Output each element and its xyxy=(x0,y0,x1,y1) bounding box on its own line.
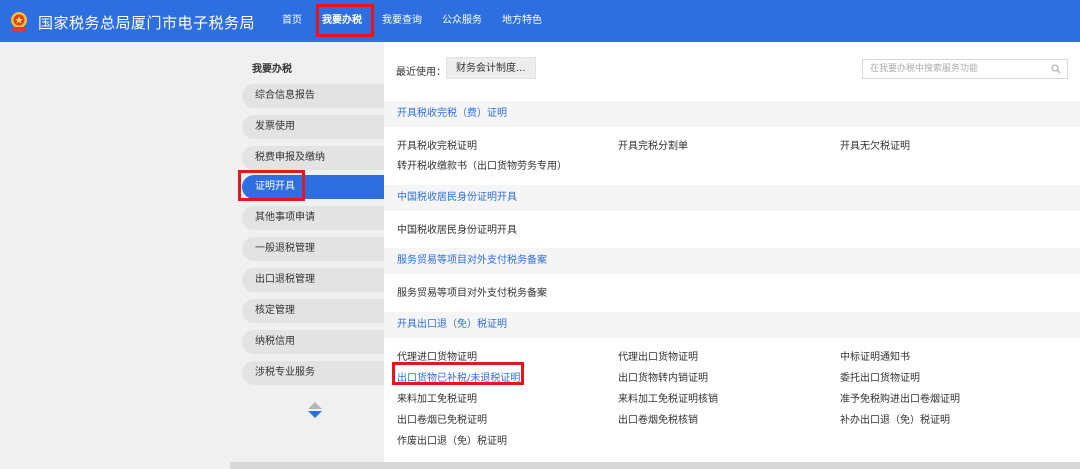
main-panel: 最近使用： 财务会计制度... 开具税收完税（费）证明 开具税收完税证明 开具完… xyxy=(384,42,1080,462)
chevron-up-icon[interactable] xyxy=(308,402,322,409)
section-header-export-refund-cert: 开具出口退（免）税证明 xyxy=(384,312,1080,338)
sidebar: 我要办税 综合信息报告 发票使用 税费申报及缴纳 证明开具 其他事项申请 一般退… xyxy=(230,42,384,469)
section-header-tax-payment-cert: 开具税收完税（费）证明 xyxy=(384,101,1080,127)
section-header-overseas-payment: 服务贸易等项目对外支付税务备案 xyxy=(384,248,1080,274)
sidebar-item-credit[interactable]: 纳税信用 xyxy=(242,330,384,354)
nav-public-service[interactable]: 公众服务 xyxy=(432,0,492,42)
sidebar-item-export-refund[interactable]: 出口退税管理 xyxy=(242,268,384,292)
link-processing-exempt-cert[interactable]: 来料加工免税证明 xyxy=(397,390,477,405)
search-input[interactable] xyxy=(863,60,1043,78)
recent-chip[interactable]: 财务会计制度... xyxy=(446,57,536,79)
sidebar-item-other-matters[interactable]: 其他事项申请 xyxy=(242,206,384,230)
search-box xyxy=(862,59,1068,79)
nav-home[interactable]: 首页 xyxy=(272,0,312,42)
highlight-box-link xyxy=(392,362,524,385)
sidebar-item-professional[interactable]: 涉税专业服务 xyxy=(242,361,384,385)
link-void-refund-cert[interactable]: 作废出口退（免）税证明 xyxy=(397,432,507,447)
bottom-strip xyxy=(230,462,1080,469)
highlight-box-nav xyxy=(316,4,374,37)
link-agent-import-cert[interactable]: 代理进口货物证明 xyxy=(397,348,477,363)
link-processing-exempt-writeoff[interactable]: 来料加工免税证明核销 xyxy=(618,390,718,405)
sidebar-item-invoice[interactable]: 发票使用 xyxy=(242,115,384,139)
sidebar-item-general-refund[interactable]: 一般退税管理 xyxy=(242,237,384,261)
link-no-arrears-cert[interactable]: 开具无欠税证明 xyxy=(840,137,910,152)
highlight-box-sidebar xyxy=(238,170,305,201)
link-cigarette-exempt-cert[interactable]: 出口卷烟已免税证明 xyxy=(397,411,487,426)
link-reissue-refund-cert[interactable]: 补办出口退（免）税证明 xyxy=(840,411,950,426)
sidebar-item-declaration[interactable]: 税费申报及缴纳 xyxy=(242,146,384,170)
sidebar-title: 我要办税 xyxy=(252,64,292,75)
top-bar: 国家税务总局厦门市电子税务局 首页 我要办税 我要查询 公众服务 地方特色 xyxy=(0,0,1080,42)
link-cigarette-purchase-cert[interactable]: 准予免税购进出口卷烟证明 xyxy=(840,390,960,405)
link-payment-split[interactable]: 开具完税分割单 xyxy=(618,137,688,152)
sidebar-scroll-control[interactable] xyxy=(307,402,323,426)
link-entrusted-export-cert[interactable]: 委托出口货物证明 xyxy=(840,369,920,384)
nav-query[interactable]: 我要查询 xyxy=(372,0,432,42)
link-residency-cert[interactable]: 中国税收居民身份证明开具 xyxy=(397,221,517,236)
section-header-residency-cert: 中国税收居民身份证明开具 xyxy=(384,185,1080,211)
link-transfer-payment-book[interactable]: 转开税收缴款书（出口货物劳务专用） xyxy=(397,157,567,172)
link-tax-payment-cert[interactable]: 开具税收完税证明 xyxy=(397,137,477,152)
site-title: 国家税务总局厦门市电子税务局 xyxy=(38,14,256,32)
nav-local-features[interactable]: 地方特色 xyxy=(492,0,552,42)
sidebar-item-info-report[interactable]: 综合信息报告 xyxy=(242,84,384,108)
link-export-to-domestic-cert[interactable]: 出口货物转内销证明 xyxy=(618,369,708,384)
chevron-down-icon[interactable] xyxy=(308,411,322,418)
tax-emblem-icon xyxy=(11,12,27,31)
link-cigarette-exempt-writeoff[interactable]: 出口卷烟免税核销 xyxy=(618,411,698,426)
recent-label: 最近使用： xyxy=(396,67,446,78)
search-icon[interactable] xyxy=(1051,64,1061,74)
link-bid-notice[interactable]: 中标证明通知书 xyxy=(840,348,910,363)
sidebar-item-assessment[interactable]: 核定管理 xyxy=(242,299,384,323)
link-agent-export-cert[interactable]: 代理出口货物证明 xyxy=(618,348,698,363)
link-overseas-payment-filing[interactable]: 服务贸易等项目对外支付税务备案 xyxy=(397,284,547,299)
main-nav: 首页 我要办税 我要查询 公众服务 地方特色 xyxy=(272,0,552,42)
